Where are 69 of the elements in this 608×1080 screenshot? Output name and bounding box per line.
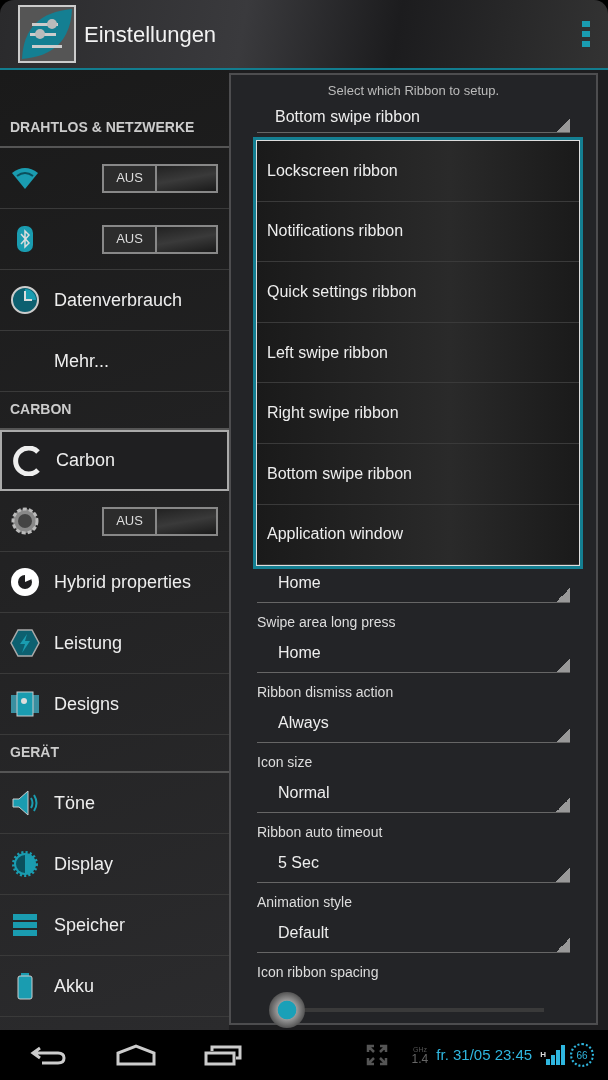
field-label: Animation style [257,893,352,912]
settings-item[interactable]: Akku [0,956,229,1017]
item-label: Akku [54,974,95,998]
field-label: Icon size [257,753,313,772]
caption-text: Select which Ribbon to setup. [327,83,500,98]
dropdown-field[interactable]: Bottom swipe ribbon [257,101,570,133]
item-label: Datenverbrauch [54,288,183,312]
settings-item[interactable]: Datenverbrauch [0,270,229,331]
recent-apps-icon[interactable] [204,1044,242,1066]
clock-text: fr. 31/05 23:45 [436,1044,533,1065]
dropdown-field[interactable]: Normal [257,773,570,813]
battery-level: 66 [570,1043,594,1067]
item-label: Display [54,852,114,876]
menu-option[interactable]: Right swipe ribbon [257,383,579,444]
home-icon[interactable] [116,1044,156,1066]
gear-icon [10,506,40,536]
slider-thumb[interactable] [269,992,305,1028]
field-label: Ribbon dismiss action [257,683,394,702]
section-header: GERÄT [10,743,59,762]
cpu-frequency: 1.4 [411,1052,429,1065]
picture-frame-icon [10,689,40,719]
settings-item[interactable]: Display [0,834,229,895]
settings-logo-icon [18,5,76,63]
settings-item[interactable]: Leistung [0,613,229,674]
settings-item[interactable]: Designs [0,674,229,735]
overflow-menu-icon[interactable] [582,21,590,47]
item-label: Hybrid properties [54,570,192,594]
toggle-switch[interactable]: AUS [102,506,218,536]
field-label: Swipe area long press [257,613,396,632]
settings-item[interactable]: AUS [0,148,229,209]
settings-item[interactable]: AUS [0,491,229,552]
menu-option[interactable]: Bottom swipe ribbon [257,443,579,505]
item-label: Carbon [56,449,116,472]
back-icon[interactable] [30,1045,66,1065]
item-label: Töne [54,791,96,815]
settings-item[interactable]: Hybrid properties [0,552,229,613]
app-title: Einstellungen [84,20,217,49]
menu-option[interactable]: Notifications ribbon [257,201,579,263]
menu-option[interactable]: Lockscreen ribbon [257,141,579,202]
settings-item[interactable]: AUS [0,209,229,270]
section-header: CARBON [10,400,72,419]
item-label: Mehr... [54,349,110,373]
section-header: DRAHTLOS & NETZWERKE [10,118,195,137]
settings-item[interactable]: Töne [0,773,229,834]
sun-icon [10,849,40,879]
network-type: H [540,1049,546,1061]
field-label: Icon ribbon spacing [257,963,379,982]
signal-icon [546,1045,566,1065]
settings-item[interactable]: Speicher [0,895,229,956]
dropdown-field[interactable]: 5 Sec [257,843,570,883]
item-label: Speicher [54,913,126,937]
dropdown-field[interactable]: Default [257,913,570,953]
expand-icon [365,1044,388,1066]
field-label: Ribbon auto timeout [257,823,383,842]
toggle-switch[interactable]: AUS [102,163,218,193]
item-label: Designs [54,692,120,716]
clock-icon [10,285,40,315]
ring-icon [12,445,42,476]
menu-option[interactable]: Left swipe ribbon [257,322,579,384]
dropdown-field[interactable]: Home [257,633,570,673]
speaker-icon [10,788,40,818]
bolt-icon [10,628,40,658]
dropdown-field[interactable]: Always [257,703,570,743]
settings-item[interactable]: Carbon [0,430,229,491]
menu-option[interactable]: Application window [257,504,579,566]
toggle-switch[interactable]: AUS [102,224,218,254]
pie-icon [10,567,40,597]
item-label: Leistung [54,631,123,655]
menu-option[interactable]: Quick settings ribbon [257,262,579,323]
